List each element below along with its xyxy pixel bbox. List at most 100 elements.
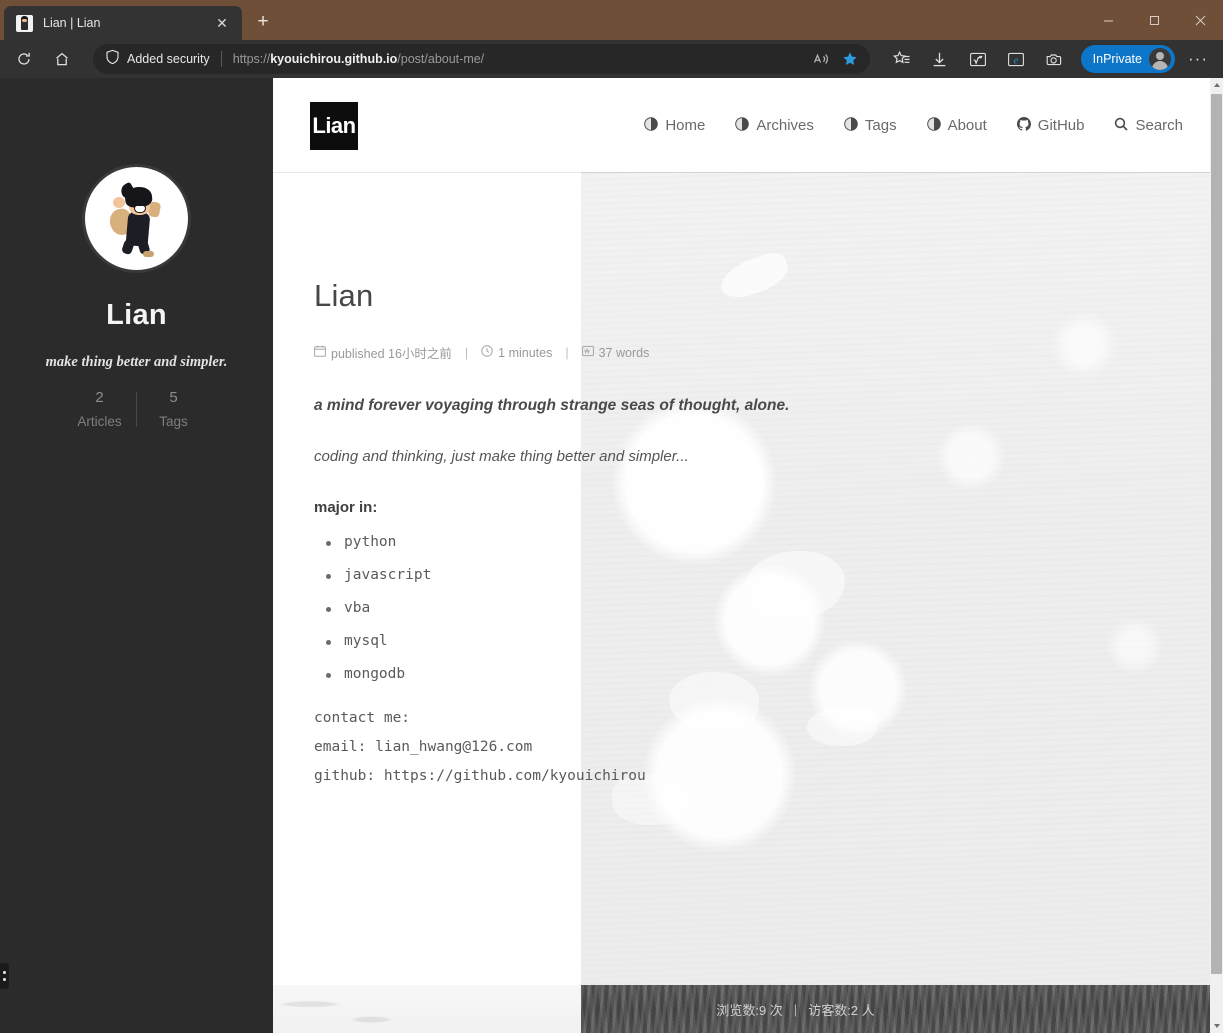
downloads-icon[interactable]: [924, 43, 956, 75]
window-maximize-button[interactable]: [1131, 0, 1177, 40]
favorite-star-icon[interactable]: [836, 46, 864, 72]
list-item: mongodb: [314, 666, 1014, 682]
major-skills-list: python javascript vba mysql mongodb: [314, 534, 1014, 682]
security-badge[interactable]: Added security: [105, 49, 210, 70]
home-icon[interactable]: [46, 43, 78, 75]
site-header: Lian Home Archives Tags About GitHub Sea…: [273, 78, 1210, 173]
stat-articles[interactable]: 2 Articles: [63, 389, 136, 429]
omnibox-divider: [220, 51, 222, 67]
address-bar[interactable]: Added security https://kyouichirou.githu…: [93, 44, 870, 74]
window-controls: [1085, 0, 1223, 40]
stat-articles-count: 2: [95, 389, 104, 406]
footer-views: 浏览数:9 次: [716, 1002, 783, 1018]
sidebar-toggle-handle[interactable]: [0, 963, 9, 989]
chevron-down-icon: [1213, 1024, 1220, 1028]
calendar-icon: [314, 345, 326, 360]
contact-email: email: lian_hwang@126.com: [314, 738, 533, 755]
list-item: mysql: [314, 633, 1014, 649]
meta-wordcount-label: 37 words: [598, 345, 650, 360]
nav-item-search[interactable]: Search: [1114, 117, 1183, 135]
meta-separator: |: [464, 345, 469, 360]
profile-avatar-icon: [1149, 48, 1171, 70]
window-close-button[interactable]: [1177, 0, 1223, 40]
nav-item-search-label: Search: [1135, 117, 1183, 134]
nav-item-about-label: About: [947, 117, 987, 134]
tab-favicon-icon: [16, 14, 33, 32]
sidebar-tagline: make thing better and simpler.: [45, 354, 228, 370]
post-article: Lian published 16小时之前 | 1 minutes | 37 w…: [314, 278, 1014, 784]
window-minimize-button[interactable]: [1085, 0, 1131, 40]
site-footer: 浏览数:9 次 | 访客数:2 人: [273, 985, 1210, 1033]
list-item: vba: [314, 600, 1014, 616]
site-nav: Home Archives Tags About GitHub Search: [644, 116, 1183, 135]
page-viewport: Lian make thing better and simpler. 2 Ar…: [0, 78, 1223, 1033]
footer-stats: 浏览数:9 次 | 访客数:2 人: [716, 1000, 874, 1019]
globe-icon: [844, 116, 858, 135]
post-lead: a mind forever voyaging through strange …: [314, 397, 790, 414]
site-logo[interactable]: Lian: [310, 101, 358, 150]
stat-articles-label: Articles: [77, 414, 122, 429]
new-tab-button[interactable]: +: [248, 7, 278, 37]
internet-explorer-icon[interactable]: e: [1000, 43, 1032, 75]
nav-item-github-label: GitHub: [1037, 117, 1085, 134]
footer-visitors: 访客数:2 人: [808, 1002, 875, 1018]
browser-tab[interactable]: Lian | Lian ✕: [4, 6, 242, 40]
shield-icon: [105, 49, 120, 70]
word-count-icon: [581, 345, 594, 360]
post-paragraph: coding and thinking, just make thing bet…: [314, 448, 689, 466]
browser-toolbar: Added security https://kyouichirou.githu…: [0, 40, 1223, 78]
security-label: Added security: [127, 52, 210, 66]
stat-tags[interactable]: 5 Tags: [137, 389, 210, 429]
stat-tags-label: Tags: [159, 414, 188, 429]
contact-block: contact me: email: lian_hwang@126.com gi…: [314, 710, 1014, 784]
globe-icon: [926, 116, 941, 135]
math-solver-icon[interactable]: [962, 43, 994, 75]
sidebar-stats: 2 Articles 5 Tags: [63, 389, 210, 429]
omnibox-actions: [808, 46, 864, 72]
site-sidebar: Lian make thing better and simpler. 2 Ar…: [0, 78, 273, 1033]
scroll-down-button[interactable]: [1210, 1019, 1223, 1033]
profile-label: InPrivate: [1092, 52, 1142, 66]
header-divider-accent: [581, 172, 1210, 173]
nav-item-github[interactable]: GitHub: [1016, 116, 1085, 135]
github-icon: [1016, 116, 1031, 135]
collections-icon[interactable]: [886, 43, 918, 75]
tab-strip: Lian | Lian ✕ +: [0, 0, 278, 40]
meta-readtime: 1 minutes: [481, 345, 552, 360]
settings-more-button[interactable]: ···: [1182, 43, 1214, 75]
chevron-up-icon: [1213, 83, 1220, 87]
url-text: https://kyouichirou.github.io/post/about…: [233, 52, 808, 66]
nav-item-about[interactable]: About: [926, 116, 987, 135]
svg-text:e: e: [1013, 55, 1018, 66]
profile-inprivate-button[interactable]: InPrivate: [1080, 45, 1175, 73]
contact-heading: contact me:: [314, 709, 411, 726]
nav-item-archives[interactable]: Archives: [735, 116, 814, 135]
meta-published-label: published 16小时之前: [331, 347, 452, 361]
url-path: /post/about-me/: [397, 52, 485, 66]
contact-github: github: https://github.com/kyouichirou: [314, 767, 646, 784]
post-major-heading: major in:: [314, 498, 378, 516]
scrollbar-thumb[interactable]: [1211, 94, 1222, 974]
refresh-icon[interactable]: [8, 43, 40, 75]
vertical-scrollbar[interactable]: [1210, 78, 1223, 1033]
avatar: [85, 167, 188, 270]
meta-wordcount: 37 words: [581, 345, 650, 360]
nav-item-home-label: Home: [665, 117, 706, 134]
nav-item-tags-label: Tags: [864, 117, 897, 134]
url-domain: kyouichirou.github.io: [270, 52, 398, 66]
tab-close-icon[interactable]: ✕: [210, 11, 234, 35]
nav-item-archives-label: Archives: [756, 117, 814, 134]
list-item: python: [314, 534, 1014, 550]
read-aloud-icon[interactable]: [808, 46, 836, 72]
list-item: javascript: [314, 567, 1014, 583]
globe-icon: [644, 116, 659, 135]
nav-item-home[interactable]: Home: [644, 116, 706, 135]
post-meta: published 16小时之前 | 1 minutes | 37 words: [314, 343, 1014, 362]
nav-item-tags[interactable]: Tags: [844, 116, 897, 135]
tab-title: Lian | Lian: [43, 16, 101, 30]
toolbar-right-actions: e InPrivate ···: [878, 43, 1223, 75]
web-capture-icon[interactable]: [1038, 43, 1070, 75]
browser-titlebar: Lian | Lian ✕ +: [0, 0, 1223, 40]
stat-tags-count: 5: [169, 389, 178, 406]
scroll-up-button[interactable]: [1210, 78, 1223, 92]
